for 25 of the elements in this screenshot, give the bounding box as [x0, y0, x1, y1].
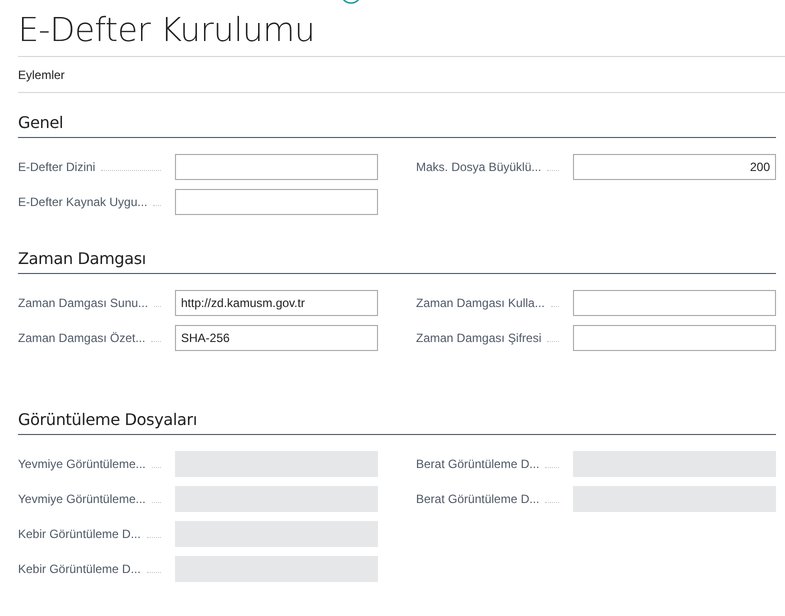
field-label: Zaman Damgası Kulla... — [416, 296, 545, 310]
field-label: Kebir Görüntüleme D... — [18, 562, 141, 576]
section-heading[interactable]: Görüntüleme Dosyaları — [18, 410, 776, 435]
field-label: Maks. Dosya Büyüklü... — [416, 160, 542, 174]
field-label: E-Defter Dizini — [18, 160, 96, 174]
input-field[interactable]: 200 — [573, 154, 776, 180]
input-field[interactable]: SHA-256 — [175, 325, 378, 351]
field-label: Berat Görüntüleme D... — [416, 492, 540, 506]
actions-menu[interactable]: Eylemler — [18, 68, 65, 82]
field-label: E-Defter Kaynak Uygu... — [18, 195, 148, 209]
field-label: Berat Görüntüleme D... — [416, 457, 540, 471]
field-label: Yevmiye Görüntüleme... — [18, 457, 146, 471]
input-field[interactable] — [175, 189, 378, 215]
input-field[interactable] — [573, 325, 776, 351]
field-label: Yevmiye Görüntüleme... — [18, 492, 146, 506]
section-heading[interactable]: Genel — [18, 113, 776, 138]
input-field[interactable] — [175, 154, 378, 180]
input-field[interactable]: http://zd.kamusm.gov.tr — [175, 290, 378, 316]
field-label: Zaman Damgası Özet... — [18, 331, 146, 345]
input-field[interactable] — [573, 290, 776, 316]
page-title: E-Defter Kurulumu — [18, 9, 316, 51]
field-label: Kebir Görüntüleme D... — [18, 527, 141, 541]
field-label: Zaman Damgası Şifresi — [416, 331, 542, 345]
field-label: Zaman Damgası Sunu... — [18, 296, 148, 310]
section-heading[interactable]: Zaman Damgası — [18, 249, 776, 274]
